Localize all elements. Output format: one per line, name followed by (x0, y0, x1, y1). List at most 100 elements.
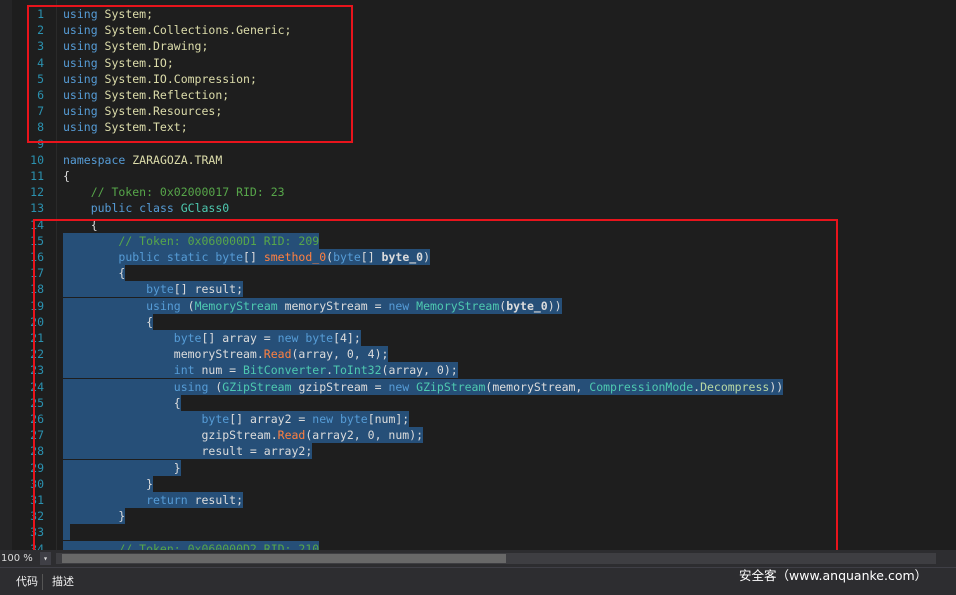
code-text[interactable]: // Token: 0x02000017 RID: 23 (63, 184, 285, 200)
code-line[interactable]: 33 (0, 524, 956, 541)
code-text[interactable]: { (63, 168, 70, 184)
code-token: using (63, 120, 105, 135)
code-line[interactable]: 7 using System.Resources; (0, 103, 956, 119)
code-line[interactable]: 8 using System.Text; (0, 119, 956, 135)
code-text[interactable]: { (63, 265, 126, 282)
code-token: byte (215, 250, 244, 264)
code-line[interactable]: 15 // Token: 0x060000D1 RID: 209 (0, 232, 956, 249)
horizontal-scrollbar-thumb[interactable] (62, 554, 506, 563)
code-text[interactable]: } (63, 475, 154, 492)
code-text[interactable]: } (63, 508, 126, 525)
code-token: return (146, 493, 188, 507)
code-text[interactable]: { (63, 394, 181, 411)
watermark: 安全客（www.anquanke.com） (739, 568, 928, 583)
code-token: System.Drawing; (104, 39, 209, 54)
code-text[interactable]: public static byte[] smethod_0(byte[] by… (63, 249, 431, 265)
code-text[interactable]: // Token: 0x060000D2 RID: 210 (63, 540, 320, 550)
code-token: { (63, 169, 70, 183)
code-text[interactable]: using System.Drawing; (63, 38, 208, 54)
code-text[interactable]: using System.IO; (63, 55, 174, 71)
code-token: System.Collections.Generic; (104, 23, 292, 38)
code-line[interactable]: 3 using System.Drawing; (0, 38, 956, 54)
code-text[interactable]: using System.Collections.Generic; (63, 22, 291, 38)
code-token: [num]; (367, 412, 410, 426)
code-line[interactable]: 4 using System.IO; (0, 55, 956, 71)
code-token: new (277, 331, 306, 345)
code-text[interactable]: } (63, 459, 181, 476)
zoom-dropdown-icon[interactable]: ▾ (40, 552, 51, 565)
code-editor[interactable]: 1 using System; 2 using System.Collections.… (0, 0, 956, 550)
code-line[interactable]: 10 namespace ZARAGOZA.TRAM (0, 152, 956, 168)
code-text[interactable]: using (MemoryStream memoryStream = new M… (63, 297, 562, 314)
code-text[interactable]: gzipStream.Read(array2, 0, num); (63, 427, 424, 444)
code-text[interactable]: using System.Reflection; (63, 87, 229, 103)
code-text[interactable]: memoryStream.Read(array, 0, 4); (63, 346, 389, 363)
code-line[interactable]: 14 { (0, 217, 956, 233)
code-line[interactable]: 11 { (0, 168, 956, 184)
code-text[interactable]: using System.IO.Compression; (63, 71, 257, 87)
code-text[interactable]: { (63, 217, 98, 233)
code-token: byte (173, 331, 202, 345)
zoom-level[interactable]: 100 % (0, 551, 33, 566)
tab-description[interactable]: 描述 (48, 574, 78, 590)
code-line[interactable]: 27 gzipStream.Read(array2, 0, num); (0, 427, 956, 444)
line-number: 20 (30, 314, 44, 329)
code-line[interactable]: 25 { (0, 394, 956, 411)
code-line[interactable]: 9 (0, 136, 956, 152)
code-token: Read (263, 347, 292, 362)
code-line[interactable]: 32 } (0, 508, 956, 525)
code-token: new (388, 298, 417, 313)
code-line[interactable]: 12 // Token: 0x02000017 RID: 23 (0, 184, 956, 200)
code-text[interactable]: return result; (63, 492, 244, 508)
code-line[interactable]: 28 result = array2; (0, 443, 956, 460)
code-line[interactable]: 26 byte[] array2 = new byte[num]; (0, 411, 956, 427)
code-line[interactable]: 30 } (0, 475, 956, 492)
code-text[interactable]: byte[] result; (63, 281, 244, 298)
code-token: public static (118, 250, 216, 264)
code-line[interactable]: 22 memoryStream.Read(array, 0, 4); (0, 346, 956, 363)
line-number: 31 (30, 493, 44, 507)
code-text[interactable]: { (63, 313, 154, 330)
code-text[interactable]: int num = BitConverter.ToInt32(array, 0)… (63, 362, 458, 379)
code-text[interactable]: using System; (63, 6, 153, 22)
code-line[interactable]: 23 int num = BitConverter.ToInt32(array,… (0, 362, 956, 379)
code-line[interactable]: 31 return result; (0, 492, 956, 508)
code-line[interactable]: 24 using (GZipStream gzipStream = new GZ… (0, 378, 956, 395)
code-token: gzipStream. (63, 428, 278, 443)
code-line[interactable]: 21 byte[] array = new byte[4]; (0, 330, 956, 346)
code-text[interactable]: byte[] array = new byte[4]; (63, 330, 361, 346)
code-token: int (173, 363, 195, 378)
code-line[interactable]: 17 { (0, 265, 956, 282)
code-text[interactable]: byte[] array2 = new byte[num]; (63, 411, 410, 427)
code-text[interactable]: using System.Text; (63, 119, 188, 135)
code-token: memoryStream = (277, 298, 389, 313)
code-text[interactable]: namespace ZARAGOZA.TRAM (63, 152, 222, 168)
code-token: System.IO.Compression; (104, 71, 257, 86)
code-line[interactable]: 16 public static byte[] smethod_0(byte[]… (0, 249, 956, 265)
tab-code[interactable]: 代码 (12, 574, 43, 590)
code-line[interactable]: 18 byte[] result; (0, 281, 956, 298)
code-text[interactable] (63, 524, 70, 541)
code-line[interactable]: 29 } (0, 459, 956, 476)
code-text[interactable]: using (GZipStream gzipStream = new GZipS… (63, 378, 784, 395)
line-number: 5 (37, 71, 44, 86)
code-line[interactable]: 34 // Token: 0x060000D2 RID: 210 (0, 540, 956, 550)
code-token: // Token: 0x060000D1 RID: 209 (63, 233, 320, 248)
code-token: { (63, 314, 154, 329)
code-token: using (63, 7, 105, 21)
code-line[interactable]: 13 public class GClass0 (0, 200, 956, 216)
code-text[interactable]: public class GClass0 (63, 200, 229, 216)
code-token: [] (243, 250, 264, 264)
code-line[interactable]: 19 using (MemoryStream memoryStream = ne… (0, 297, 956, 314)
code-line[interactable]: 5 using System.IO.Compression; (0, 71, 956, 87)
code-text[interactable]: // Token: 0x060000D1 RID: 209 (63, 232, 320, 249)
code-line[interactable]: 6 using System.Reflection; (0, 87, 956, 103)
code-line[interactable]: 1 using System; (0, 6, 956, 22)
code-line[interactable]: 2 using System.Collections.Generic; (0, 22, 956, 38)
code-token: result; (187, 493, 244, 507)
code-line[interactable]: 20 { (0, 313, 956, 330)
code-text[interactable]: using System.Resources; (63, 103, 222, 119)
code-text[interactable]: result = array2; (63, 443, 313, 460)
